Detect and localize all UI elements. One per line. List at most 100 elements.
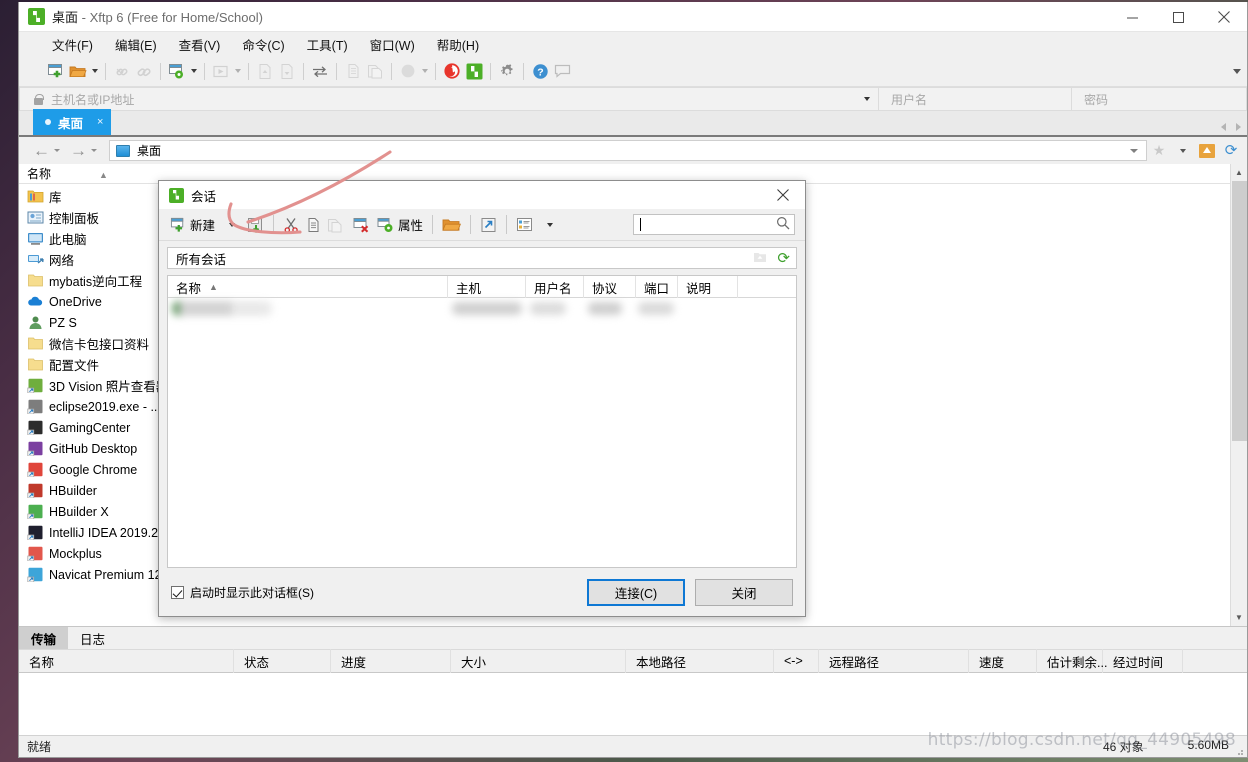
transfer-column-header[interactable]: 大小 (451, 649, 626, 673)
menu-edit[interactable]: 编辑(E) (104, 32, 168, 57)
transfer-column-header[interactable]: 远程路径 (819, 649, 969, 673)
transfer-list (19, 673, 1247, 735)
session-properties-caret-icon[interactable] (188, 60, 199, 82)
cut-icon[interactable] (280, 213, 303, 237)
session-table-row[interactable] (168, 298, 796, 320)
run-caret-icon (232, 60, 243, 82)
help-icon[interactable]: ? (529, 60, 551, 82)
copy-icon[interactable] (303, 213, 324, 237)
breadcrumb[interactable]: 所有会话 ⟳ (167, 247, 797, 269)
view-mode-caret-icon[interactable] (544, 213, 556, 237)
close-icon[interactable] (761, 181, 805, 209)
search-icon[interactable] (776, 216, 790, 233)
tab-desktop[interactable]: 桌面 × (33, 109, 112, 135)
session-column-header[interactable]: 用户名 (526, 276, 584, 298)
transfer-column-header[interactable]: 状态 (234, 649, 331, 673)
forward-arrow-icon[interactable]: → (70, 142, 97, 159)
shortcut-icon (27, 399, 44, 415)
file-list-item-label: GamingCenter (49, 420, 131, 435)
window-title: 桌面 - Xftp 6 (Free for Home/School) (52, 7, 263, 26)
refresh-icon[interactable]: ⟳ (1219, 140, 1243, 162)
transfer-column-header[interactable]: 速度 (969, 649, 1037, 673)
session-properties-icon[interactable] (166, 60, 188, 82)
scroll-up-icon[interactable]: ▲ (1231, 164, 1248, 181)
view-mode-icon[interactable] (513, 213, 536, 237)
tab-log[interactable]: 日志 (68, 627, 117, 649)
tab-status-dot-icon (45, 119, 51, 125)
session-name-redacted (172, 301, 272, 316)
xftp-icon[interactable] (463, 60, 485, 82)
file-pane-scrollbar[interactable]: ▲ ▼ (1230, 164, 1247, 626)
session-column-header[interactable]: 名称 ▲ (168, 276, 448, 298)
menu-help[interactable]: 帮助(H) (426, 32, 490, 57)
tab-close-icon[interactable]: × (97, 116, 103, 128)
open-folder-icon[interactable] (67, 60, 89, 82)
path-value: 桌面 (137, 144, 162, 158)
path-input[interactable]: 桌面 (109, 140, 1147, 161)
search-input[interactable] (633, 214, 795, 235)
save-session-icon[interactable] (244, 213, 267, 237)
close-button[interactable]: 关闭 (695, 578, 793, 606)
transfer-column-header[interactable]: <-> (774, 649, 819, 673)
menu-command[interactable]: 命令(C) (231, 32, 295, 57)
password-input[interactable]: 密码 (1072, 87, 1247, 111)
connect-button[interactable]: 连接(C) (587, 578, 685, 606)
this-pc-icon (27, 231, 44, 246)
chevron-down-icon[interactable] (864, 88, 870, 110)
refresh-icon[interactable]: ⟳ (777, 251, 790, 266)
feedback-icon[interactable] (551, 60, 573, 82)
menu-window[interactable]: 窗口(W) (359, 32, 426, 57)
menu-file[interactable]: 文件(F) (41, 32, 104, 57)
open-folder-icon[interactable] (439, 213, 464, 237)
back-arrow-icon[interactable]: ← (33, 142, 60, 159)
transfer-column-header[interactable]: 经过时间 (1103, 649, 1183, 673)
text-cursor (640, 218, 641, 231)
new-session-caret-icon[interactable] (226, 213, 238, 237)
session-user-redacted (530, 302, 566, 315)
open-folder-caret-icon[interactable] (89, 60, 100, 82)
copy-icon (342, 60, 364, 82)
new-session-icon[interactable] (45, 60, 67, 82)
properties-button[interactable]: 属性 (374, 213, 426, 237)
chevron-left-icon[interactable] (1221, 123, 1226, 131)
tab-label: 桌面 (58, 116, 84, 131)
forward-history-caret-icon[interactable] (91, 149, 97, 152)
transfer-column-header[interactable]: 名称 (19, 649, 234, 673)
username-input[interactable]: 用户名 (879, 87, 1072, 111)
xshell-icon[interactable] (441, 60, 463, 82)
transfer-column-header[interactable]: 估计剩余... (1037, 649, 1107, 673)
menu-tools[interactable]: 工具(T) (296, 32, 359, 57)
tab-transfer[interactable]: 传输 (19, 627, 69, 649)
menu-view[interactable]: 查看(V) (168, 32, 232, 57)
session-tab-bar: 桌面 × (19, 109, 1247, 137)
close-icon[interactable] (1201, 2, 1247, 32)
back-history-caret-icon[interactable] (54, 149, 60, 152)
options-gear-icon[interactable] (496, 60, 518, 82)
file-column-name[interactable]: 名称 (27, 165, 51, 182)
session-column-header[interactable]: 主机 (448, 276, 526, 298)
create-shortcut-icon[interactable] (477, 213, 500, 237)
session-column-header[interactable]: 端口 (636, 276, 678, 298)
session-port-redacted (638, 302, 674, 315)
transfer-column-header[interactable]: 本地路径 (626, 649, 774, 673)
transfer-column-header[interactable]: 进度 (331, 649, 451, 673)
up-folder-icon[interactable] (1195, 140, 1219, 162)
bookmark-caret-icon[interactable] (1171, 140, 1195, 162)
show-dialog-checkbox[interactable] (171, 585, 184, 599)
chevron-down-icon[interactable] (1130, 141, 1138, 160)
session-column-header[interactable]: 说明 (678, 276, 738, 298)
host-input[interactable]: 主机名或IP地址 (19, 87, 879, 111)
up-folder-icon (753, 251, 767, 266)
star-icon[interactable]: ★ (1147, 140, 1171, 162)
scrollbar-thumb[interactable] (1231, 181, 1247, 441)
new-session-button[interactable]: 新建 (167, 213, 218, 237)
scroll-down-icon[interactable]: ▼ (1231, 609, 1248, 626)
minimize-icon[interactable] (1109, 2, 1155, 32)
maximize-icon[interactable] (1155, 2, 1201, 32)
session-column-header[interactable]: 协议 (584, 276, 636, 298)
toolbar-overflow-icon[interactable] (1233, 56, 1241, 86)
delete-session-icon[interactable] (350, 213, 374, 237)
chevron-right-icon[interactable] (1236, 123, 1241, 131)
file-list-item-label: 微信卡包接口资料 (49, 338, 150, 352)
sync-browsing-icon[interactable] (309, 60, 331, 82)
